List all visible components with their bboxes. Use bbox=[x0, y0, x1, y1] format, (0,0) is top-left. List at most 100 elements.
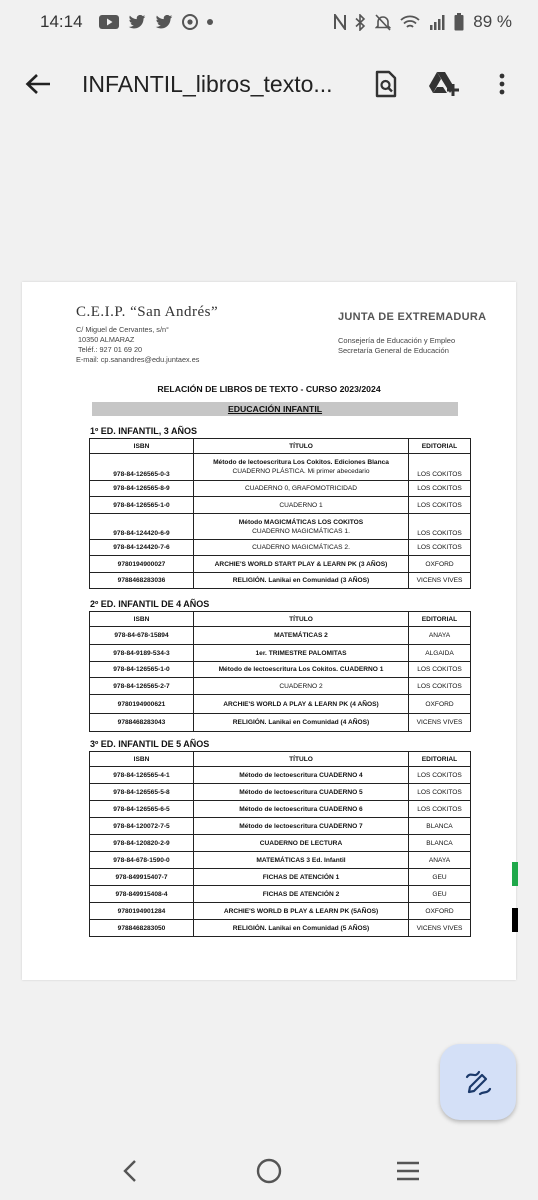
editorial-header: EDITORIAL bbox=[408, 751, 471, 767]
isbn-cell: 978-84-126565-1-0 bbox=[89, 496, 194, 514]
isbn-cell: 978-84-126565-4-1 bbox=[89, 766, 194, 784]
table-header-row: ISBN TÍTULO EDITORIAL bbox=[89, 438, 471, 454]
editorial-cell: LOS COKITOS bbox=[408, 513, 471, 540]
titulo-cell: CUADERNO DE LECTURA bbox=[193, 834, 409, 852]
editorial-cell: ALGAIDA bbox=[408, 644, 471, 662]
titulo-cell: MATEMÁTICAS 2 bbox=[193, 626, 409, 645]
school-city: 10350 ALMARAZ bbox=[78, 335, 135, 344]
table-row: 978-84-126565-6-5 Método de lectoescritu… bbox=[89, 800, 471, 818]
status-bar: 14:14 89 % bbox=[0, 0, 538, 44]
table-row: 9780194900621 ARCHIE'S WORLD A PLAY & LE… bbox=[89, 694, 471, 714]
isbn-cell: 978-84-126565-6-5 bbox=[89, 800, 194, 818]
chrome-icon bbox=[181, 14, 198, 30]
more-options-button[interactable] bbox=[478, 60, 526, 108]
titulo-header: TÍTULO bbox=[193, 751, 409, 767]
editorial-cell: LOS COKITOS bbox=[408, 677, 471, 695]
mute-icon bbox=[375, 13, 392, 31]
table-row: 978-84-126565-8-9 CUADERNO 0, GRAFOMOTRI… bbox=[89, 480, 471, 497]
appbar-actions bbox=[362, 60, 526, 108]
table-row: 9780194900027 ARCHIE'S WORLD START PLAY … bbox=[89, 555, 471, 573]
table-row: 978-849915408-4 FICHAS DE ATENCIÓN 2 GEU bbox=[89, 885, 471, 903]
system-nav-bar bbox=[0, 1142, 538, 1200]
school-email: E-mail: cp.sanandres@edu.juntaex.es bbox=[76, 355, 200, 364]
isbn-cell: 9788468283036 bbox=[89, 572, 194, 589]
editorial-cell: LOS COKITOS bbox=[408, 766, 471, 784]
nav-recents-button[interactable] bbox=[384, 1147, 432, 1195]
arrow-back-icon bbox=[25, 74, 50, 94]
table-row: 978-84-120820-2-9 CUADERNO DE LECTURA BL… bbox=[89, 834, 471, 852]
titulo-cell: CUADERNO 2 bbox=[193, 677, 409, 695]
titulo-cell: CUADERNO 0, GRAFOMOTRICIDAD bbox=[193, 480, 409, 497]
table-row: 978-84-126565-4-1 Método de lectoescritu… bbox=[89, 766, 471, 784]
isbn-cell: 978-84-126565-1-0 bbox=[89, 661, 194, 678]
editorial-cell: ANAYA bbox=[408, 851, 471, 869]
search-in-document-button[interactable] bbox=[362, 60, 410, 108]
table-row: 978-84-9189-534-3 1er. TRIMESTRE PALOMIT… bbox=[89, 644, 471, 662]
editorial-cell: LOS COKITOS bbox=[408, 783, 471, 801]
titulo-cell: Método de lectoescritura CUADERNO 6 bbox=[193, 800, 409, 818]
nav-home-button[interactable] bbox=[245, 1147, 293, 1195]
edit-annotate-button[interactable] bbox=[440, 1044, 516, 1120]
add-to-drive-button[interactable] bbox=[420, 60, 468, 108]
titulo-cell: ARCHIE'S WORLD B PLAY & LEARN PK (5AÑOS) bbox=[193, 902, 409, 920]
isbn-cell: 978-84-120072-7-5 bbox=[89, 817, 194, 835]
document-title: INFANTIL_libros_texto... bbox=[82, 70, 333, 97]
table-row: 978-84-678-1590-0 MATEMÁTICAS 3 Ed. Infa… bbox=[89, 851, 471, 869]
editorial-cell: BLANCA bbox=[408, 817, 471, 835]
table-row: 978-84-126565-0-3 Método de lectoescritu… bbox=[89, 453, 471, 481]
isbn-cell: 9780194901284 bbox=[89, 902, 194, 920]
titulo-cell: Método MAGICMÁTICAS LOS COKITOS CUADERNO… bbox=[193, 513, 409, 540]
titulo-cell: Método de lectoescritura CUADERNO 5 bbox=[193, 783, 409, 801]
editorial-cell: LOS COKITOS bbox=[408, 480, 471, 497]
titulo-cell: ARCHIE'S WORLD START PLAY & LEARN PK (3 … bbox=[193, 555, 409, 573]
google-drive-add-icon bbox=[429, 72, 459, 96]
pdf-page[interactable]: C.E.I.P. “San Andrés” C/ Miguel de Cerva… bbox=[22, 282, 516, 980]
table-header-row: ISBN TÍTULO EDITORIAL bbox=[89, 611, 471, 627]
titulo-header: TÍTULO bbox=[193, 611, 409, 627]
isbn-cell: 978-849915408-4 bbox=[89, 885, 194, 903]
system-icons: 89 % bbox=[334, 12, 512, 32]
back-button[interactable] bbox=[14, 60, 62, 108]
consejeria-line: Consejería de Educación y Empleo bbox=[338, 336, 456, 345]
table-row: 978-84-678-15894 MATEMÁTICAS 2 ANAYA bbox=[89, 626, 471, 645]
isbn-cell: 9780194900621 bbox=[89, 694, 194, 714]
editorial-cell: LOS COKITOS bbox=[408, 539, 471, 556]
menu-lines-icon bbox=[397, 1161, 420, 1181]
editorial-cell: GEU bbox=[408, 885, 471, 903]
table-header-row: ISBN TÍTULO EDITORIAL bbox=[89, 751, 471, 767]
isbn-header: ISBN bbox=[89, 751, 194, 767]
isbn-cell: 978-84-126565-2-7 bbox=[89, 677, 194, 695]
youtube-icon bbox=[98, 15, 119, 29]
titulo-line-1: Método MAGICMÁTICAS LOS COKITOS bbox=[238, 518, 364, 526]
titulo-cell: Método de lectoescritura Los Cokitos. CU… bbox=[193, 661, 409, 678]
editorial-header: EDITORIAL bbox=[408, 438, 471, 454]
titulo-header: TÍTULO bbox=[193, 438, 409, 454]
titulo-cell: 1er. TRIMESTRE PALOMITAS bbox=[193, 644, 409, 662]
isbn-cell: 978-84-124420-7-6 bbox=[89, 539, 194, 556]
twitter-icon bbox=[128, 14, 145, 28]
editorial-cell: VICENS VIVES bbox=[408, 713, 471, 732]
isbn-cell: 978-84-126565-8-9 bbox=[89, 480, 194, 497]
table-row: 978-84-120072-7-5 Método de lectoescritu… bbox=[89, 817, 471, 835]
table-row: 9788468283043 RELIGIÓN. Lanikai en Comun… bbox=[89, 713, 471, 732]
school-name: C.E.I.P. “San Andrés” bbox=[76, 304, 219, 320]
signal-icon bbox=[430, 14, 445, 30]
titulo-line-1: Método de lectoescritura Los Cokitos. Ed… bbox=[213, 459, 389, 466]
editorial-cell: OXFORD bbox=[408, 555, 471, 573]
twitter-icon bbox=[155, 14, 172, 28]
nav-back-button[interactable] bbox=[106, 1147, 154, 1195]
education-title: EDUCACIÓN INFANTIL bbox=[92, 402, 458, 416]
school-header: C.E.I.P. “San Andrés” C/ Miguel de Cerva… bbox=[76, 304, 218, 365]
titulo-cell: RELIGIÓN. Lanikai en Comunidad (4 AÑOS) bbox=[193, 713, 409, 732]
isbn-cell: 9780194900027 bbox=[89, 555, 194, 573]
editorial-cell: VICENS VIVES bbox=[408, 572, 471, 589]
isbn-cell: 978-849915407-7 bbox=[89, 868, 194, 886]
isbn-header: ISBN bbox=[89, 438, 194, 454]
find-in-page-icon bbox=[375, 70, 397, 98]
books-table: ISBN TÍTULO EDITORIAL 978-84-126565-0-3 … bbox=[89, 438, 471, 589]
titulo-cell: FICHAS DE ATENCIÓN 2 bbox=[193, 885, 409, 903]
section-title: 2º ED. INFANTIL DE 4 AÑOS bbox=[90, 599, 210, 609]
isbn-cell: 978-84-9189-534-3 bbox=[89, 644, 194, 662]
titulo-cell: ARCHIE'S WORLD A PLAY & LEARN PK (4 AÑOS… bbox=[193, 694, 409, 714]
isbn-cell: 978-84-678-1590-0 bbox=[89, 851, 194, 869]
